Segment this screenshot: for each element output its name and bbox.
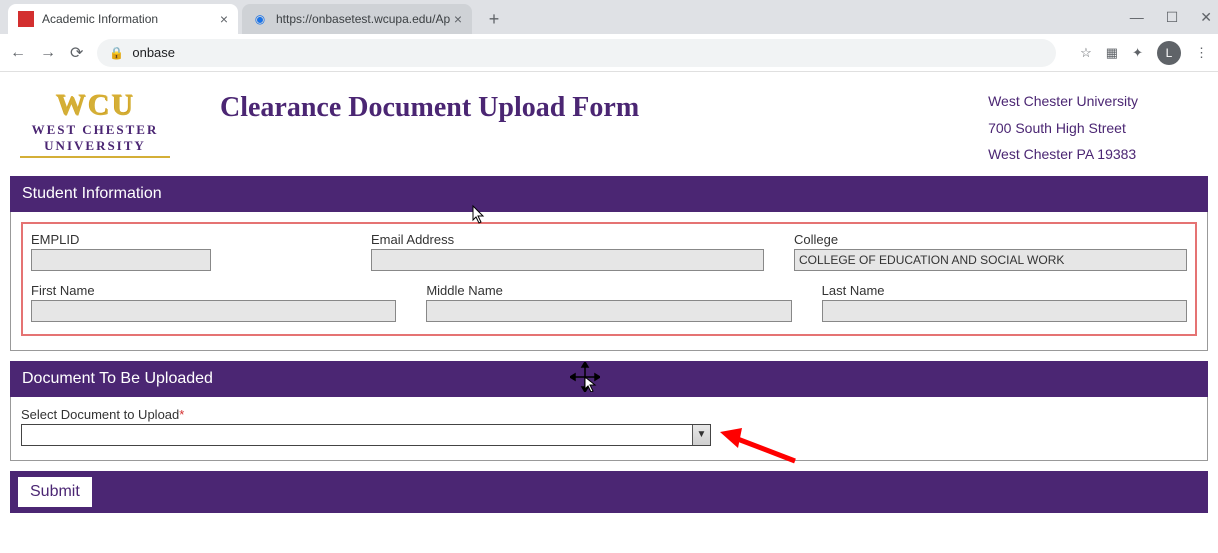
red-square-icon xyxy=(18,11,34,27)
emplid-field[interactable] xyxy=(31,249,211,271)
email-label: Email Address xyxy=(371,232,764,247)
university-address: West Chester University 700 South High S… xyxy=(988,88,1198,168)
firstname-label: First Name xyxy=(31,283,396,298)
college-field[interactable] xyxy=(794,249,1187,271)
tab-label: Academic Information xyxy=(42,12,158,26)
address-street: 700 South High Street xyxy=(988,115,1138,142)
logo-gold-rule xyxy=(20,156,170,158)
submit-button[interactable]: Submit xyxy=(18,477,92,507)
lastname-label: Last Name xyxy=(822,283,1187,298)
kebab-menu-icon[interactable]: ⋮ xyxy=(1195,45,1208,61)
wcu-logo: WCU WEST CHESTER UNIVERSITY xyxy=(20,88,170,158)
emplid-label: EMPLID xyxy=(31,232,341,247)
document-panel: Select Document to Upload* ▼ xyxy=(10,397,1208,461)
logo-text-line2: UNIVERSITY xyxy=(20,138,170,154)
avatar[interactable]: L xyxy=(1157,41,1181,65)
address-name: West Chester University xyxy=(988,88,1138,115)
select-doc-label: Select Document to Upload* xyxy=(21,407,1197,422)
forward-icon[interactable]: → xyxy=(40,44,56,62)
tab-academic-info[interactable]: Academic Information × xyxy=(8,4,238,34)
globe-icon: ◉ xyxy=(252,11,268,27)
middlename-field[interactable] xyxy=(426,300,791,322)
url-text: onbase xyxy=(132,45,175,60)
lock-icon: 🔒 xyxy=(109,46,124,60)
close-icon[interactable]: × xyxy=(220,11,228,27)
logo-text-top: WCU xyxy=(55,88,134,121)
email-field[interactable] xyxy=(371,249,764,271)
section-document-header: Document To Be Uploaded xyxy=(10,361,1208,397)
select-doc-label-text: Select Document to Upload xyxy=(21,407,179,422)
select-doc-value xyxy=(22,425,692,445)
extension-icon[interactable]: ▦ xyxy=(1106,45,1118,61)
browser-tab-strip: Academic Information × ◉ https://onbaset… xyxy=(0,0,1218,34)
puzzle-icon[interactable]: ✦ xyxy=(1132,45,1143,61)
browser-toolbar: ← → ⟳ 🔒 onbase ☆ ▦ ✦ L ⋮ xyxy=(0,34,1218,72)
firstname-field[interactable] xyxy=(31,300,396,322)
address-bar[interactable]: 🔒 onbase xyxy=(97,39,1056,67)
student-info-panel: EMPLID Email Address College First Name xyxy=(10,212,1208,351)
page-header: WCU WEST CHESTER UNIVERSITY Clearance Do… xyxy=(0,72,1218,176)
required-asterisk: * xyxy=(179,407,184,422)
select-doc-dropdown[interactable]: ▼ xyxy=(21,424,711,446)
address-city: West Chester PA 19383 xyxy=(988,141,1138,168)
star-icon[interactable]: ☆ xyxy=(1080,45,1092,61)
reload-icon[interactable]: ⟳ xyxy=(70,43,83,63)
close-window-icon[interactable]: ✕ xyxy=(1200,9,1212,26)
chevron-down-icon[interactable]: ▼ xyxy=(692,425,710,445)
close-icon[interactable]: × xyxy=(454,11,462,27)
minimize-icon[interactable]: — xyxy=(1130,9,1144,25)
middlename-label: Middle Name xyxy=(426,283,791,298)
logo-text-line1: WEST CHESTER xyxy=(20,122,170,138)
page-title: Clearance Document Upload Form xyxy=(220,92,639,124)
lastname-field[interactable] xyxy=(822,300,1187,322)
tab-onbase[interactable]: ◉ https://onbasetest.wcupa.edu/Ap × xyxy=(242,4,472,34)
new-tab-button[interactable]: + xyxy=(480,5,508,33)
highlight-box: EMPLID Email Address College First Name xyxy=(21,222,1197,336)
submit-bar: Submit xyxy=(10,471,1208,513)
window-controls: — ☐ ✕ xyxy=(1130,0,1212,34)
back-icon[interactable]: ← xyxy=(10,44,26,62)
maximize-icon[interactable]: ☐ xyxy=(1166,9,1179,26)
section-student-info-header: Student Information xyxy=(10,176,1208,212)
college-label: College xyxy=(794,232,1187,247)
tab-label: https://onbasetest.wcupa.edu/Ap xyxy=(276,12,450,26)
